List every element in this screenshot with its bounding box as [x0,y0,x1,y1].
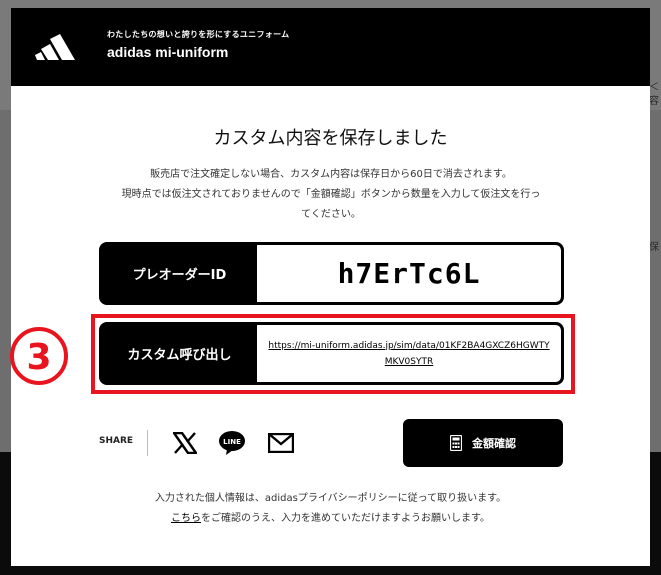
mail-icon[interactable] [267,429,295,457]
line-icon-text: LINE [223,438,241,446]
custom-call-label: カスタム呼び出し [127,348,232,363]
modal-title: カスタム内容を保存しました [213,128,448,149]
preorder-id-value: h7ErTc6L [337,257,481,290]
description-line: 販売店で注文確定しない場合、カスタム内容は保存日から60日で消去されます。 [150,169,512,180]
custom-call-value-area: https://mi-uniform.adidas.jp/sim/data/01… [257,325,561,382]
brand-name: adidas mi-uniform [107,44,229,60]
privacy-policy-link[interactable]: こちら [171,513,201,524]
preorder-id-value-area: h7ErTc6L [257,245,561,302]
line-icon[interactable]: LINE [218,429,246,457]
modal-header: わたしたちの想いと誇りを形にするユニフォーム adidas mi-uniform [11,8,650,86]
price-check-button[interactable]: 金額確認 [403,419,563,467]
brand-tagline: わたしたちの想いと誇りを形にするユニフォーム [107,30,290,39]
background-text: 保 [649,242,659,253]
description-line: てください。 [301,209,361,220]
custom-call-url-link[interactable]: https://mi-uniform.adidas.jp/sim/data/01… [257,338,561,370]
preorder-id-label: プレオーダーID [132,268,227,283]
price-check-label: 金額確認 [472,437,516,450]
privacy-notice: 入力された個人情報は、adidasプライバシーポリシーに従って取り扱います。 こ… [11,489,650,529]
share-divider [147,430,148,456]
calculator-icon [450,435,462,451]
step-number-badge: 3 [10,327,68,385]
x-icon[interactable] [171,429,199,457]
privacy-line-rest: をご確認のうえ、入力を進めていただけますようお願いします。 [201,513,490,524]
preorder-id-box: プレオーダーID h7ErTc6L [99,242,564,305]
save-complete-modal: わたしたちの想いと誇りを形にするユニフォーム adidas mi-uniform… [11,8,650,566]
privacy-line: 入力された個人情報は、adidasプライバシーポリシーに従って取り扱います。 [154,493,507,504]
privacy-line: こちらをご確認のうえ、入力を進めていただけますようお願いします。 [11,509,650,529]
adidas-logo-icon [35,34,75,60]
custom-call-box: カスタム呼び出し https://mi-uniform.adidas.jp/si… [99,322,564,385]
share-label: SHARE [99,436,134,446]
background-text: 容 [649,96,659,107]
step-number: 3 [26,337,51,378]
modal-description: 販売店で注文確定しない場合、カスタム内容は保存日から60日で消去されます。 現時… [111,165,551,225]
description-line: 現時点では仮注文されておりませんので「金額確認」ボタンから数量を入力して仮注文を… [121,189,541,200]
background-text: ＜ [649,82,659,93]
